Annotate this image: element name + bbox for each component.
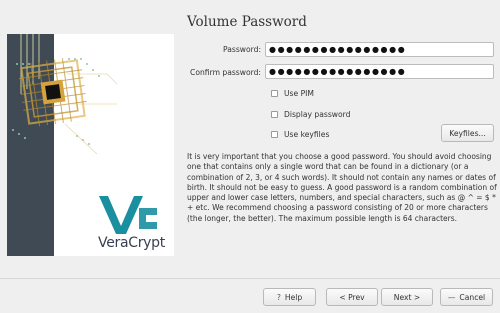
display-password-option[interactable]: Display password — [271, 110, 350, 119]
use-pim-checkbox[interactable] — [271, 90, 278, 97]
use-pim-label: Use PIM — [284, 89, 314, 98]
wizard-side-image: VeraCrypt — [7, 34, 174, 256]
help-button[interactable]: ? Help — [263, 288, 316, 306]
brand-name: VeraCrypt — [98, 235, 165, 251]
use-keyfiles-option[interactable]: Use keyfiles — [271, 130, 329, 139]
cancel-icon: — — [447, 292, 456, 302]
confirm-password-input[interactable]: ●●●●●●●●●●●●●●●● — [265, 64, 494, 79]
cancel-button[interactable]: — Cancel — [440, 288, 493, 306]
page-title: Volume Password — [187, 14, 307, 30]
keyfiles-button[interactable]: Keyfiles... — [441, 124, 494, 142]
display-password-checkbox[interactable] — [271, 111, 278, 118]
help-icon: ? — [276, 292, 281, 302]
help-button-label: Help — [284, 292, 303, 302]
footer-divider — [0, 278, 500, 279]
prev-button[interactable]: < Prev — [326, 288, 378, 306]
display-password-label: Display password — [284, 110, 351, 119]
cancel-button-label: Cancel — [459, 292, 486, 302]
password-label: Password: — [222, 45, 261, 54]
confirm-password-label: Confirm password: — [190, 68, 261, 77]
use-keyfiles-label: Use keyfiles — [284, 130, 330, 139]
use-pim-option[interactable]: Use PIM — [271, 89, 314, 98]
next-button[interactable]: Next > — [381, 288, 433, 306]
password-input[interactable]: ●●●●●●●●●●●●●●●● — [265, 42, 494, 57]
password-advice-text: It is very important that you choose a g… — [187, 152, 497, 223]
use-keyfiles-checkbox[interactable] — [271, 131, 278, 138]
chip-illustration — [7, 34, 174, 256]
